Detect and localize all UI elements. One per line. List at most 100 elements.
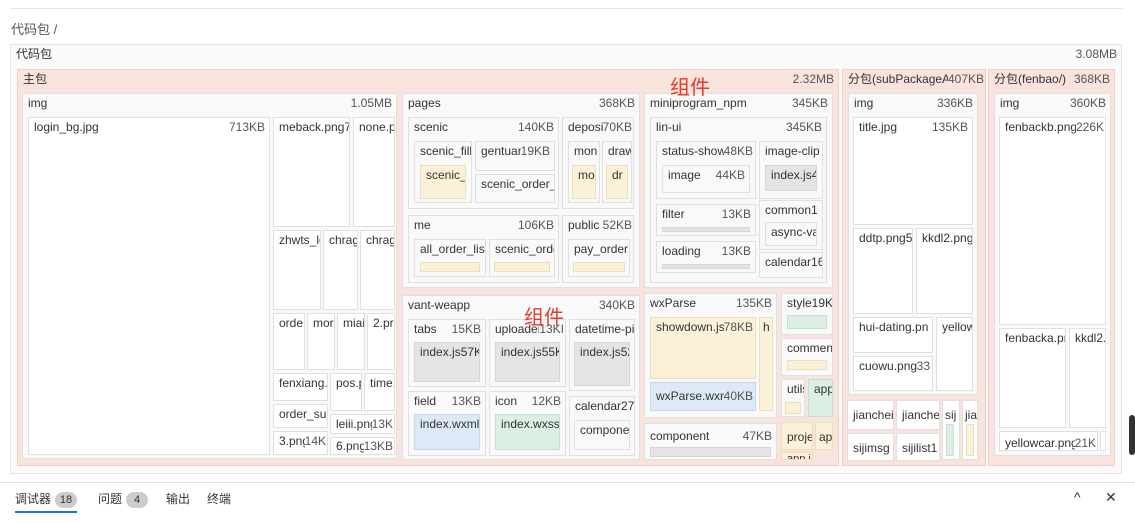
fenbackb-file[interactable]: fenbackb.png 226K xyxy=(999,117,1106,325)
pay-order-file[interactable] xyxy=(573,262,625,272)
wxparse-size: 135KB xyxy=(735,295,772,311)
jia-file[interactable] xyxy=(966,424,974,456)
wxparse-label: wxParse xyxy=(650,296,697,310)
chrag-file-1[interactable]: chrag xyxy=(323,230,358,310)
fenbacka-file[interactable]: fenbacka.pr xyxy=(999,328,1066,428)
sijilist-folder[interactable]: sijilist1 xyxy=(896,433,940,461)
jianche-folder-2[interactable]: jianche xyxy=(896,400,940,430)
image-folder[interactable]: image 44KB xyxy=(662,165,750,193)
utils-file[interactable] xyxy=(785,402,801,414)
yellowcar-file[interactable]: yellowcar.png 21K xyxy=(999,431,1098,451)
ddtp-file[interactable]: ddtp.png5 xyxy=(853,228,913,314)
async-validator-folder[interactable]: async-va xyxy=(765,222,817,246)
sijimsg-label: sijimsg xyxy=(853,441,890,455)
scenic-orde-file[interactable] xyxy=(494,262,550,272)
app-file[interactable]: app xyxy=(808,379,833,417)
deposit-size: 70KB xyxy=(602,119,632,135)
small-file[interactable] xyxy=(1100,431,1106,451)
collapse-panel-icon[interactable]: ^ xyxy=(1074,489,1081,505)
style-file[interactable] xyxy=(787,315,827,329)
field-index-file[interactable]: index.wxml xyxy=(414,414,480,450)
commen-folder[interactable]: commen xyxy=(781,338,833,376)
six-png-file[interactable]: 6.png 13KB xyxy=(330,437,395,455)
mor-file[interactable]: mor xyxy=(307,313,335,370)
commen-file[interactable] xyxy=(787,360,827,370)
loading-file[interactable] xyxy=(662,264,750,269)
root-label: 代码包 xyxy=(16,47,53,61)
cuowu-file[interactable]: cuowu.png 33 xyxy=(853,356,933,391)
tab-terminal[interactable]: 终端 xyxy=(207,490,231,507)
time-file[interactable]: time. xyxy=(364,373,395,411)
kkdl2-file-a[interactable]: kkdl2.png xyxy=(916,228,973,314)
datetime-index-file[interactable]: index.js52 xyxy=(574,342,630,386)
image-clip-index-file[interactable]: index.js4 xyxy=(765,165,817,191)
uploader-index-label: index.js55K xyxy=(501,345,560,359)
tabs-index-file[interactable]: index.js57K xyxy=(414,342,480,382)
miai-file[interactable]: miai xyxy=(337,313,365,370)
h-file[interactable]: h xyxy=(759,317,773,411)
chrag-file-2[interactable]: chrag xyxy=(360,230,395,310)
breadcrumb[interactable]: 代码包 / xyxy=(11,19,57,38)
wxparse-wxml-file[interactable]: wxParse.wxml 40KB xyxy=(650,382,756,411)
main-package-label: 主包 xyxy=(23,72,48,86)
annotation-component-1: 组件 xyxy=(670,77,710,99)
three-png-file[interactable]: 3.png 14K xyxy=(273,431,328,455)
dr-file[interactable]: dr xyxy=(606,165,628,199)
login-bg-size: 713KB xyxy=(228,119,265,135)
kkdl2-file-b[interactable]: kkdl2. xyxy=(1069,328,1106,428)
filter-file[interactable] xyxy=(662,227,750,232)
two-png-file[interactable]: 2.pr xyxy=(367,313,395,370)
me-label: me xyxy=(414,218,431,232)
component-file[interactable] xyxy=(650,447,771,457)
none-label: none.p xyxy=(359,120,395,134)
proje-file[interactable]: proje xyxy=(781,422,813,450)
tabs-index-label: index.js57K xyxy=(420,345,480,359)
jianche-label-2: jianche xyxy=(902,408,940,422)
icon-index-file[interactable]: index.wxss xyxy=(495,414,560,450)
none-file[interactable]: none.p xyxy=(353,117,395,227)
scenic-order-folder[interactable]: scenic_order_ xyxy=(475,174,555,203)
calendar16-folder[interactable]: calendar16 xyxy=(759,252,823,278)
leiii-file[interactable]: leiii.png 13K xyxy=(330,414,395,434)
uploader-index-file[interactable]: index.js55K xyxy=(495,342,560,382)
login-bg-file[interactable]: login_bg.jpg 713KB xyxy=(28,117,270,455)
app-i-file[interactable]: app.i xyxy=(781,452,813,460)
hui-dating-file[interactable]: hui-dating.pn xyxy=(853,317,933,353)
mo-file[interactable]: mo xyxy=(572,165,596,199)
scenic-f-file[interactable]: scenic_f xyxy=(420,165,466,199)
order-suc-file[interactable]: order_suc xyxy=(273,404,328,428)
status-show-size: 48KB xyxy=(723,143,753,159)
fenxiang-file[interactable]: fenxiang. xyxy=(273,373,328,401)
gentuan-folder[interactable]: gentuan 19KB xyxy=(475,141,555,171)
jia-label: jia xyxy=(965,408,978,422)
tab-issues[interactable]: 问题 4 xyxy=(98,490,149,508)
image-label: image xyxy=(668,168,701,182)
zhwts-file[interactable]: zhwts_lc xyxy=(273,230,321,310)
tab-debugger-label: 调试器 xyxy=(15,492,52,506)
tab-output[interactable]: 输出 xyxy=(166,490,190,507)
close-panel-icon[interactable]: ✕ xyxy=(1105,489,1117,506)
field-size: 13KB xyxy=(451,393,481,409)
kkdl2-label-a: kkdl2.png xyxy=(922,231,973,245)
sijimsg-folder[interactable]: sijimsg xyxy=(847,433,894,461)
compone-folder[interactable]: compone xyxy=(574,420,630,450)
datetime-index-label: index.js52 xyxy=(580,345,630,359)
subb-img-size: 360KB xyxy=(1069,95,1106,111)
yellow-file-a[interactable]: yellow xyxy=(936,317,973,391)
suba-img-size: 336KB xyxy=(936,95,973,111)
title-jpg-file[interactable]: title.jpg 135KB xyxy=(853,117,973,225)
sij-file[interactable] xyxy=(946,424,954,456)
all-order-file[interactable] xyxy=(420,262,480,272)
jianche-folder-1[interactable]: jianchei xyxy=(847,400,894,430)
hui-dating-label: hui-dating.pn xyxy=(859,320,929,334)
showdown-file[interactable]: showdown.js 78KB xyxy=(650,317,756,379)
kkdl2-label-b: kkdl2. xyxy=(1075,331,1106,345)
tab-debugger[interactable]: 调试器 18 xyxy=(15,490,78,513)
orde-file[interactable]: orde xyxy=(273,313,305,370)
meback-file[interactable]: meback.png7 xyxy=(273,117,350,227)
async-validator-label: async-va xyxy=(771,225,817,239)
vertical-scrollbar[interactable] xyxy=(1129,415,1135,455)
ap-file[interactable]: ap xyxy=(815,422,833,450)
pos-file[interactable]: pos.p xyxy=(330,373,362,411)
miai-label: miai xyxy=(343,316,365,330)
